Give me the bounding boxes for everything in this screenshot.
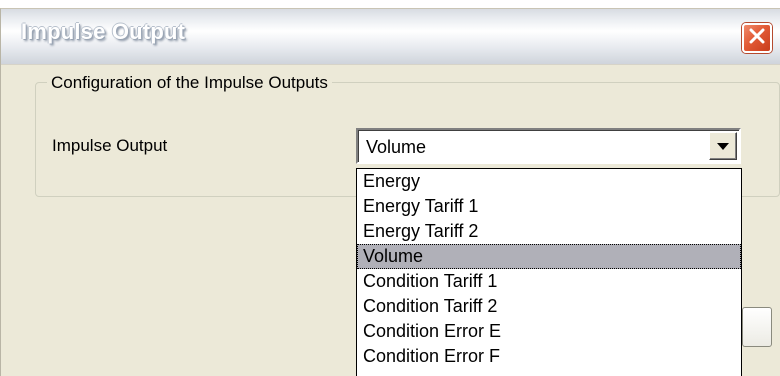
impulse-output-select[interactable]: Volume xyxy=(356,128,741,164)
chevron-down-icon xyxy=(717,142,729,150)
dropdown-option-condition-tariff-2[interactable]: Condition Tariff 2 xyxy=(357,294,741,319)
close-icon xyxy=(748,27,766,50)
dropdown-option-condition-error-f[interactable]: Condition Error F xyxy=(357,344,741,369)
dropdown-option-volume[interactable]: Volume xyxy=(357,244,741,269)
dropdown-option-energy[interactable]: Energy xyxy=(357,169,741,194)
dropdown-list[interactable]: Energy Energy Tariff 1 Energy Tariff 2 V… xyxy=(356,168,742,376)
partially-hidden-button[interactable] xyxy=(742,307,772,347)
select-current-value: Volume xyxy=(366,137,427,157)
dropdown-option-energy-tariff-2[interactable]: Energy Tariff 2 xyxy=(357,219,741,244)
window-title: Impulse Output xyxy=(21,19,186,44)
dropdown-option-energy-tariff-1[interactable]: Energy Tariff 1 xyxy=(357,194,741,219)
dropdown-toggle-button[interactable] xyxy=(709,132,737,160)
dropdown-option-condition-tariff-1[interactable]: Condition Tariff 1 xyxy=(357,269,741,294)
dropdown-option-condition-error-e[interactable]: Condition Error E xyxy=(357,319,741,344)
close-button[interactable] xyxy=(742,23,772,53)
group-box-label: Configuration of the Impulse Outputs xyxy=(47,73,332,93)
impulse-output-label: Impulse Output xyxy=(52,136,168,155)
title-bar[interactable]: Impulse Output xyxy=(1,9,780,65)
